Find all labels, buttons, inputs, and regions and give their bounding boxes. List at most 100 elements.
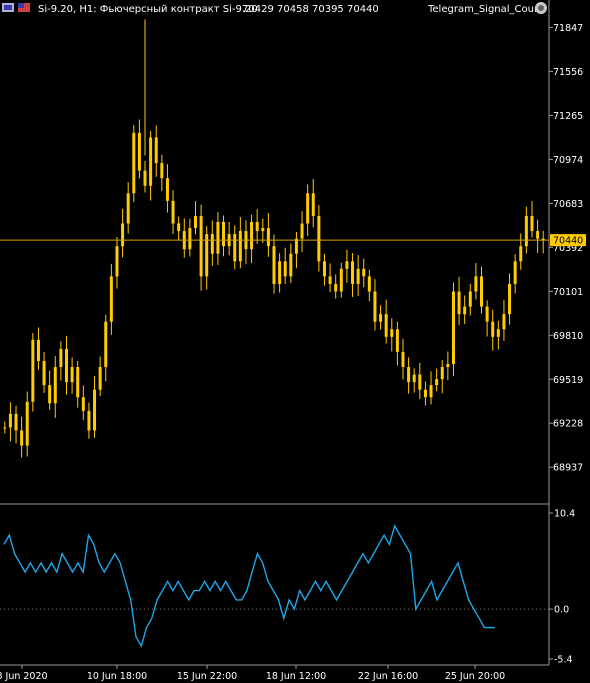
candle-body	[457, 291, 461, 315]
candle-body	[8, 413, 12, 428]
candle-body	[261, 228, 265, 232]
indicator-line	[3, 524, 495, 648]
candle-body	[14, 413, 18, 431]
candle-body	[149, 137, 153, 186]
flag-icon-detail	[4, 5, 12, 10]
candle-body	[485, 306, 489, 322]
candle-body	[222, 221, 226, 247]
candle-body	[216, 221, 220, 254]
candle-body	[423, 389, 427, 398]
candle-body	[121, 223, 125, 247]
price-tick-label: 69810	[553, 331, 583, 342]
candle-body	[93, 389, 97, 431]
price-tick-label: 68937	[553, 463, 583, 474]
candle-body	[250, 221, 254, 250]
candle-body	[530, 215, 534, 232]
candle-body	[373, 291, 377, 322]
candle-body	[255, 221, 259, 232]
candle-body	[300, 223, 304, 239]
candle-body	[429, 385, 433, 398]
candle-body	[132, 132, 136, 194]
candle-body	[64, 348, 68, 383]
candle-body	[81, 397, 85, 411]
candle-body	[109, 276, 113, 322]
candle-body	[384, 314, 388, 337]
time-tick-label: 8 Jun 2020	[0, 671, 48, 682]
indicator-chart[interactable]	[0, 524, 549, 648]
chart-header: Si-9.20, H1: Фьючерсный контракт Si-9.20…	[2, 2, 547, 15]
candle-body	[508, 283, 512, 315]
candle-body	[328, 276, 332, 284]
candle-body	[536, 231, 540, 239]
candle-body	[468, 291, 472, 307]
flag-icon-detail	[18, 3, 24, 8]
candle-body	[25, 401, 29, 446]
candle-body	[496, 329, 500, 337]
candle-body	[407, 367, 411, 383]
candle-body	[401, 351, 405, 368]
candle-body	[351, 261, 355, 284]
price-tick-label: 70683	[553, 199, 583, 210]
candle-body	[165, 178, 169, 201]
candle-body	[491, 321, 495, 337]
candle-body	[289, 253, 293, 277]
ohlc-values: 70429 70458 70395 70440	[242, 4, 379, 15]
candle-body	[20, 430, 24, 446]
candle-body	[59, 348, 63, 368]
candle-body	[53, 367, 57, 404]
candle-body	[451, 291, 455, 365]
price-chart[interactable]	[0, 19, 549, 458]
price-tick-label: 69519	[553, 375, 583, 386]
candle-body	[379, 314, 383, 322]
candle-body	[98, 367, 102, 390]
candle-body	[137, 132, 141, 171]
candle-body	[502, 314, 506, 330]
candle-body	[519, 246, 523, 262]
candle-body	[199, 215, 203, 277]
candle-body	[76, 367, 80, 398]
time-tick-label: 15 Jun 22:00	[177, 671, 237, 682]
candle-body	[345, 261, 349, 269]
candle-body	[3, 427, 7, 429]
indicator-tick-label: -5.4	[554, 655, 573, 666]
chart-window[interactable]: Si-9.20, H1: Фьючерсный контракт Si-9.20…	[0, 0, 590, 683]
candle-body	[87, 410, 91, 431]
chart-canvas[interactable]: Si-9.20, H1: Фьючерсный контракт Si-9.20…	[0, 0, 590, 683]
candle-body	[367, 276, 371, 292]
candle-body	[435, 379, 439, 386]
time-tick-label: 22 Jun 16:00	[358, 671, 418, 682]
candle-body	[294, 238, 298, 254]
price-tick-label: 71265	[553, 111, 583, 122]
globe-icon-detail	[538, 5, 544, 11]
candle-body	[154, 137, 158, 164]
indicator-tick-label: 0.0	[554, 605, 569, 616]
candle-body	[463, 306, 467, 315]
candle-body	[418, 374, 422, 390]
candle-body	[171, 200, 175, 224]
candle-body	[266, 228, 270, 247]
candle-body	[283, 261, 287, 277]
candle-body	[143, 170, 147, 186]
candle-body	[115, 246, 119, 277]
indicator-name: Telegram_Signal_Count	[427, 4, 544, 15]
candle-body	[317, 215, 321, 262]
candle-body	[160, 163, 164, 179]
symbol-info: Si-9.20, H1: Фьючерсный контракт Si-9.20	[38, 4, 258, 15]
candle-body	[322, 261, 326, 277]
candle-body	[210, 234, 214, 254]
candle-body	[390, 329, 394, 337]
candle-body	[70, 367, 74, 383]
candle-body	[334, 283, 338, 292]
candle-body	[362, 268, 366, 277]
candle-body	[31, 339, 35, 402]
candle-body	[278, 261, 282, 284]
candle-body	[177, 223, 181, 232]
price-tick-label: 69228	[553, 419, 583, 430]
candle-body	[524, 215, 528, 247]
price-tick-label: 70974	[553, 155, 583, 166]
candle-body	[36, 339, 40, 361]
candle-body	[513, 261, 517, 284]
price-tick-label: 71556	[553, 67, 583, 78]
indicator-tick-label: 10.4	[554, 509, 575, 520]
candle-body	[339, 268, 343, 292]
